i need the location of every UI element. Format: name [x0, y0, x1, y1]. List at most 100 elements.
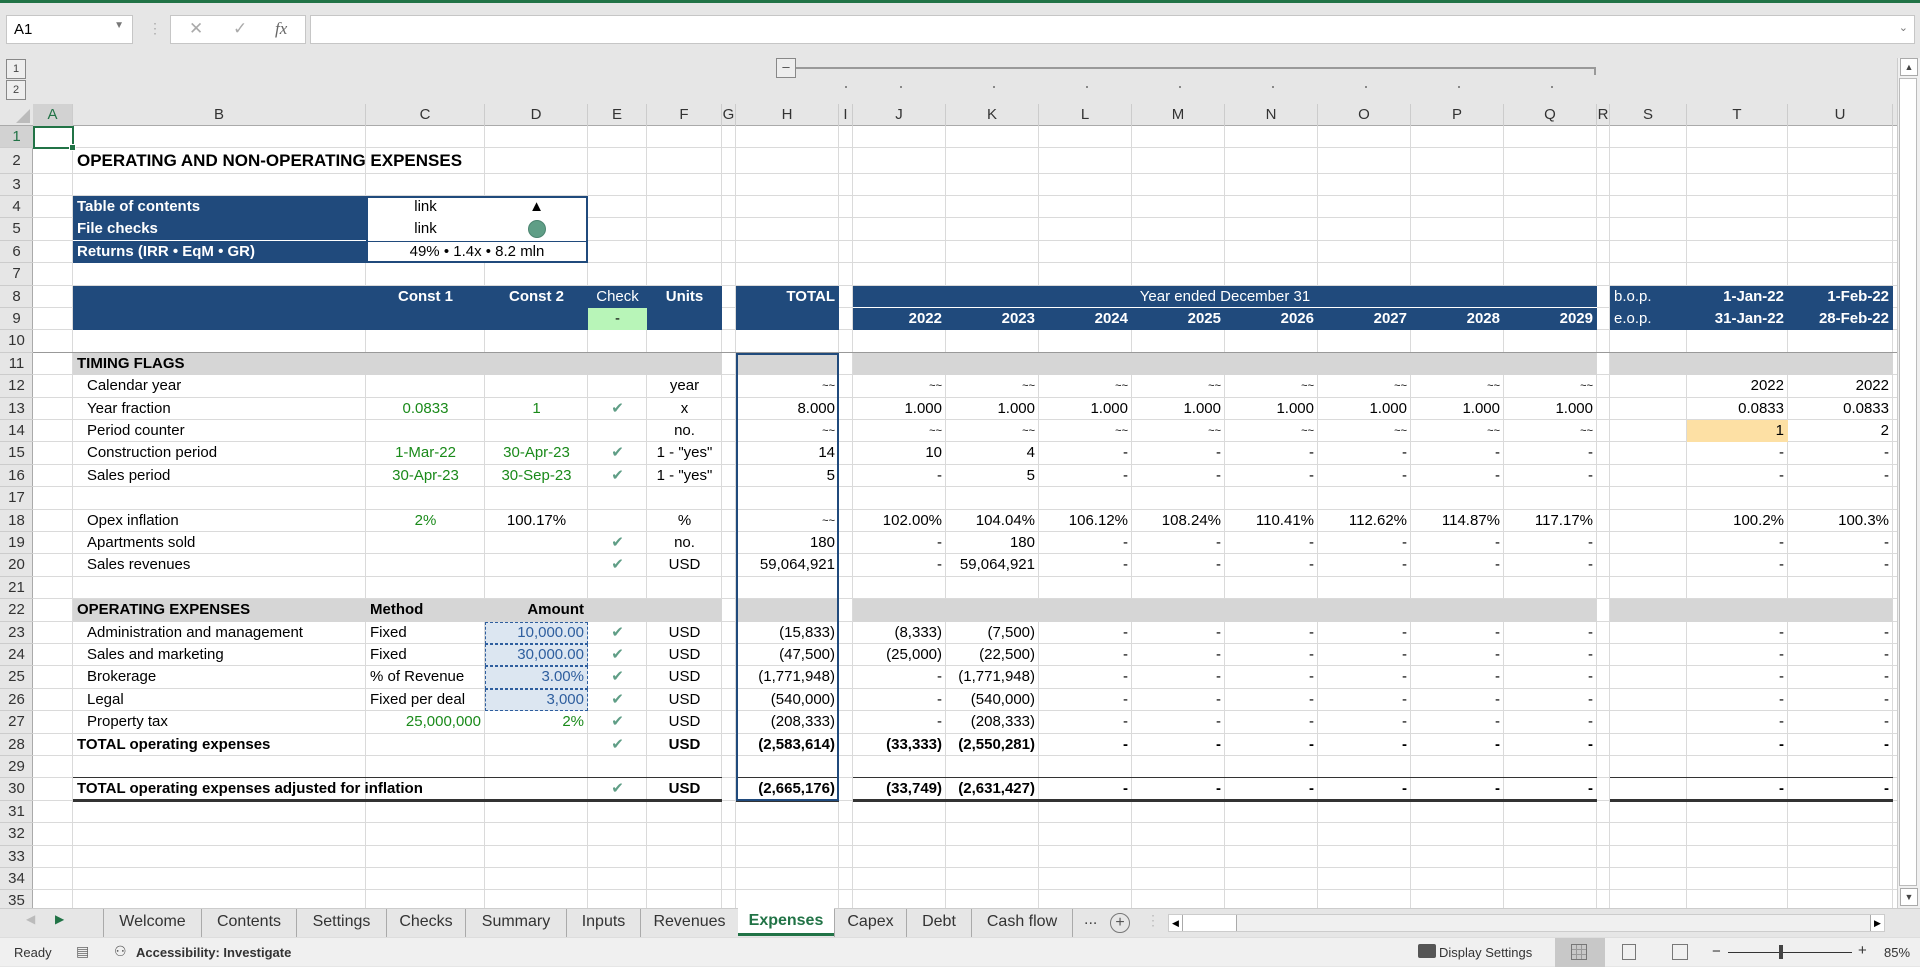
row-header-4[interactable]: 4	[0, 196, 33, 219]
column-header-m[interactable]: M	[1132, 104, 1225, 126]
page-layout-view-icon[interactable]	[1622, 944, 1636, 960]
tab-debt[interactable]: Debt	[906, 909, 971, 937]
column-header-l[interactable]: L	[1039, 104, 1132, 126]
row-header-1[interactable]: 1	[0, 126, 33, 148]
tab-capex[interactable]: Capex	[834, 909, 906, 937]
row-header-3[interactable]: 3	[0, 174, 33, 196]
row-header-16[interactable]: 16	[0, 465, 33, 488]
row-header-32[interactable]: 32	[0, 823, 33, 846]
column-header-c[interactable]: C	[366, 104, 485, 126]
row-header-14[interactable]: 14	[0, 420, 33, 443]
row-header-5[interactable]: 5	[0, 218, 33, 241]
row-header-33[interactable]: 33	[0, 846, 33, 868]
expand-formula-icon[interactable]: ⌄	[1899, 21, 1908, 34]
const1-value[interactable]: 25,000,000	[366, 711, 485, 733]
column-header-h[interactable]: H	[736, 104, 839, 126]
worksheet-grid[interactable]: OPERATING AND NON-OPERATING EXPENSES Tabl…	[33, 126, 1897, 908]
display-settings-button[interactable]: Display Settings	[1439, 945, 1532, 960]
triangle-up-icon[interactable]: ▲	[485, 196, 588, 218]
row-header-21[interactable]: 21	[0, 577, 33, 600]
const1-value[interactable]: Fixed	[366, 644, 485, 666]
zoom-out-button[interactable]: −	[1712, 943, 1721, 960]
const1-value[interactable]: % of Revenue	[366, 666, 485, 688]
scroll-right-icon[interactable]: ▶	[1870, 915, 1884, 931]
more-sheets-button[interactable]: ...	[1084, 911, 1097, 929]
column-header-a[interactable]: A	[33, 104, 73, 126]
column-header-i[interactable]: I	[839, 104, 853, 126]
select-all-button[interactable]	[0, 104, 33, 126]
const2-value[interactable]: 3,000	[485, 689, 588, 711]
const1-value[interactable]: Fixed	[366, 622, 485, 644]
row-header-12[interactable]: 12	[0, 375, 33, 398]
const2-value[interactable]: 3.00%	[485, 666, 588, 688]
column-header-g[interactable]: G	[722, 104, 736, 126]
zoom-slider[interactable]	[1728, 952, 1852, 953]
row-header-22[interactable]: 22	[0, 599, 33, 622]
tab-cash-flow[interactable]: Cash flow	[971, 909, 1073, 937]
toc-link[interactable]: link	[366, 196, 485, 218]
tab-contents[interactable]: Contents	[201, 909, 296, 937]
row-header-7[interactable]: 7	[0, 263, 33, 286]
row-header-34[interactable]: 34	[0, 868, 33, 891]
row-header-20[interactable]: 20	[0, 554, 33, 577]
column-header-k[interactable]: K	[946, 104, 1039, 126]
horizontal-scroll-thumb[interactable]	[1183, 915, 1237, 931]
name-box[interactable]: A1 ▼	[6, 15, 133, 44]
horizontal-scrollbar[interactable]: ◀ ▶	[1168, 914, 1885, 932]
row-header-15[interactable]: 15	[0, 442, 33, 465]
tab-splitter[interactable]: ⋮	[1146, 912, 1160, 929]
const2-value[interactable]: 30,000.00	[485, 644, 588, 666]
accessibility-status[interactable]: Accessibility: Investigate	[136, 945, 291, 960]
const2-value[interactable]: 10,000.00	[485, 622, 588, 644]
column-header-f[interactable]: F	[647, 104, 722, 126]
row-header-9[interactable]: 9	[0, 308, 33, 331]
column-header-s[interactable]: S	[1610, 104, 1687, 126]
tab-welcome[interactable]: Welcome	[103, 909, 201, 937]
column-header-q[interactable]: Q	[1504, 104, 1597, 126]
macro-record-icon[interactable]: ▤	[76, 943, 89, 960]
active-cell-selection[interactable]	[33, 126, 76, 151]
row-header-28[interactable]: 28	[0, 734, 33, 756]
row-header-23[interactable]: 23	[0, 622, 33, 644]
outline-level-2-button[interactable]: 2	[6, 80, 26, 100]
zoom-slider-thumb[interactable]	[1779, 945, 1783, 959]
row-header-19[interactable]: 19	[0, 532, 33, 555]
row-header-27[interactable]: 27	[0, 711, 33, 734]
row-header-17[interactable]: 17	[0, 487, 33, 510]
tab-checks[interactable]: Checks	[386, 909, 465, 937]
row-header-8[interactable]: 8	[0, 286, 33, 308]
row-header-10[interactable]: 10	[0, 330, 33, 353]
chevron-down-icon[interactable]: ▼	[114, 20, 124, 31]
cancel-icon[interactable]: ✕	[189, 19, 203, 39]
tab-revenues[interactable]: Revenues	[640, 909, 738, 937]
tab-settings[interactable]: Settings	[296, 909, 386, 937]
row-header-24[interactable]: 24	[0, 644, 33, 667]
scroll-down-icon[interactable]: ▼	[1900, 888, 1918, 906]
column-header-n[interactable]: N	[1225, 104, 1318, 126]
tab-summary[interactable]: Summary	[465, 909, 566, 937]
tab-expenses[interactable]: Expenses	[738, 908, 834, 936]
row-header-13[interactable]: 13	[0, 398, 33, 420]
outline-collapse-button[interactable]: –	[776, 58, 796, 78]
scroll-left-icon[interactable]: ◀	[1169, 915, 1183, 931]
column-header-u[interactable]: U	[1788, 104, 1893, 126]
row-header-2[interactable]: 2	[0, 148, 33, 174]
page-break-view-icon[interactable]	[1672, 944, 1688, 960]
tab-inputs[interactable]: Inputs	[566, 909, 640, 937]
formula-input[interactable]: ⌄	[310, 15, 1915, 44]
row-header-6[interactable]: 6	[0, 241, 33, 264]
row-header-30[interactable]: 30	[0, 778, 33, 801]
const1-value[interactable]: Fixed per deal	[366, 689, 485, 711]
row-header-11[interactable]: 11	[0, 353, 33, 376]
add-sheet-icon[interactable]: +	[1110, 913, 1130, 933]
column-header-r[interactable]: R	[1597, 104, 1610, 126]
zoom-in-button[interactable]: +	[1858, 942, 1867, 959]
column-header-b[interactable]: B	[73, 104, 366, 126]
row-header-29[interactable]: 29	[0, 756, 33, 779]
column-header-j[interactable]: J	[853, 104, 946, 126]
prev-sheet-icon[interactable]: ◀	[26, 912, 35, 926]
insert-function-icon[interactable]: fx	[275, 19, 287, 39]
normal-view-button[interactable]	[1555, 938, 1605, 967]
row-header-18[interactable]: 18	[0, 510, 33, 532]
column-header-d[interactable]: D	[485, 104, 588, 126]
